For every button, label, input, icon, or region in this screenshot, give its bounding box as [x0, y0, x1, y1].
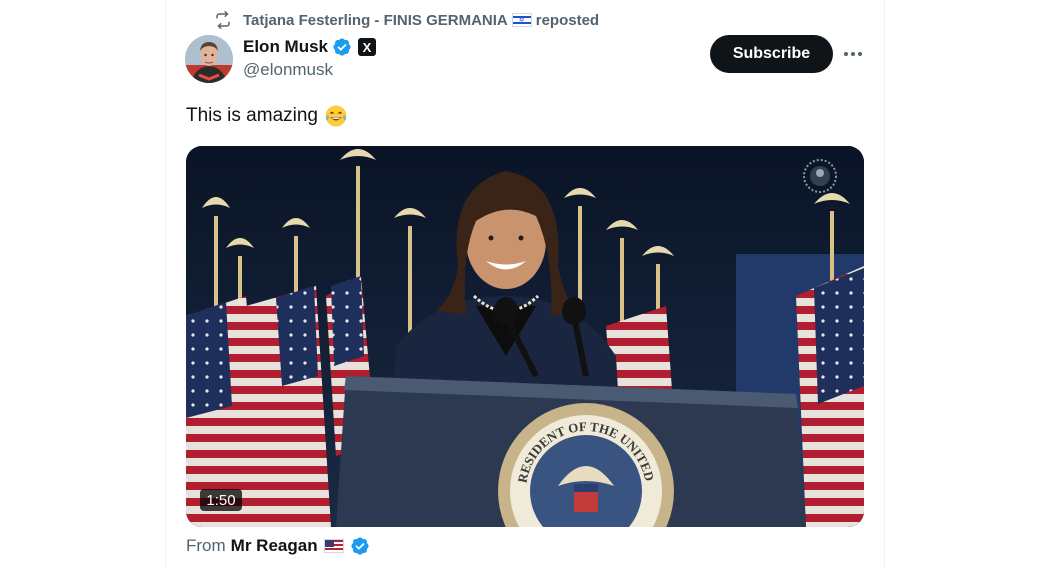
verified-badge-icon: [351, 537, 369, 555]
x-affiliation-icon[interactable]: X: [358, 38, 377, 56]
avatar[interactable]: [185, 35, 233, 83]
author-name[interactable]: Elon Musk: [243, 37, 328, 57]
subscribe-button[interactable]: Subscribe: [710, 35, 833, 73]
author-name-row: Elon Musk X: [243, 36, 377, 58]
video-player[interactable]: RESIDENT OF THE UNITED: [186, 146, 864, 527]
more-options-icon[interactable]: [838, 40, 868, 68]
author-handle[interactable]: @elonmusk: [243, 60, 333, 80]
us-flag-icon: [323, 539, 344, 553]
repost-indicator[interactable]: Tatjana Festerling - FINIS GERMANIA ✡ re…: [213, 10, 599, 30]
repost-suffix: reposted: [535, 11, 600, 29]
source-attribution: From Mr Reagan: [186, 535, 370, 557]
tears-of-joy-emoji-icon: [325, 105, 347, 127]
video-duration: 1:50: [200, 489, 242, 511]
verified-badge-icon: [333, 38, 351, 56]
source-prefix: From: [186, 536, 226, 555]
repost-user[interactable]: Tatjana Festerling - FINIS GERMANIA: [243, 12, 508, 29]
repost-icon: [213, 10, 233, 30]
israel-flag-icon: ✡: [511, 13, 532, 27]
tweet-body: This is amazing: [186, 105, 318, 126]
source-name[interactable]: Mr Reagan: [231, 536, 318, 556]
tweet-text: This is amazing: [186, 104, 348, 128]
video-thumbnail: RESIDENT OF THE UNITED: [186, 146, 864, 527]
